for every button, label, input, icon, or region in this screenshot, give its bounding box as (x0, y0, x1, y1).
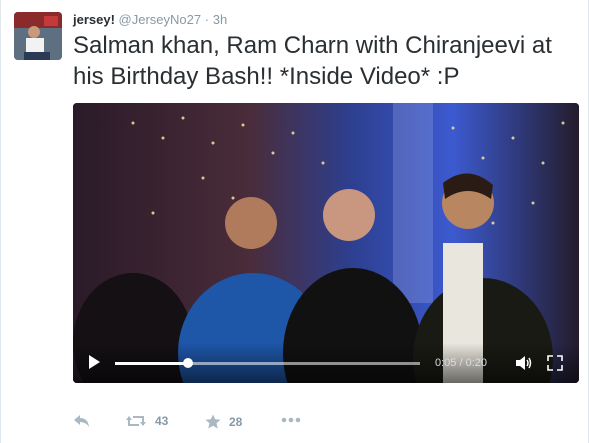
favorite-count: 28 (229, 414, 243, 429)
video-frame (73, 103, 579, 383)
display-name[interactable]: jersey! (73, 12, 115, 27)
play-icon[interactable] (89, 355, 100, 369)
video-player[interactable]: 0:05 / 0:20 (73, 103, 579, 383)
favorite-button[interactable]: 28 (205, 414, 242, 429)
progress-scrubber[interactable] (183, 358, 194, 368)
more-button[interactable] (281, 417, 301, 423)
reply-button[interactable] (73, 414, 91, 428)
retweet-count: 43 (155, 414, 169, 428)
tweet-card: jersey! @JerseyNo27 · 3h Salman khan, Ra… (0, 0, 589, 443)
reply-icon (74, 415, 89, 427)
progress-bar[interactable] (115, 358, 420, 368)
star-icon (205, 414, 221, 429)
user-handle[interactable]: @JerseyNo27 (119, 12, 202, 27)
volume-icon[interactable] (515, 355, 533, 371)
tweet-actions: 43 28 (73, 414, 373, 434)
video-timecode: 0:05 / 0:20 (435, 357, 487, 369)
avatar-image (14, 12, 62, 60)
retweet-icon (126, 416, 146, 426)
avatar[interactable] (14, 12, 62, 60)
separator-dot: · (204, 12, 210, 27)
tweet-text: Salman khan, Ram Charn with Chiranjeevi … (73, 32, 552, 90)
tweet-header: jersey! @JerseyNo27 · 3h (73, 12, 227, 27)
retweet-button[interactable]: 43 (125, 414, 168, 428)
video-controls: 0:05 / 0:20 (73, 343, 579, 383)
more-icon (281, 417, 301, 423)
timestamp[interactable]: 3h (213, 12, 227, 27)
progress-fill (115, 362, 189, 365)
fullscreen-icon[interactable] (547, 355, 563, 371)
